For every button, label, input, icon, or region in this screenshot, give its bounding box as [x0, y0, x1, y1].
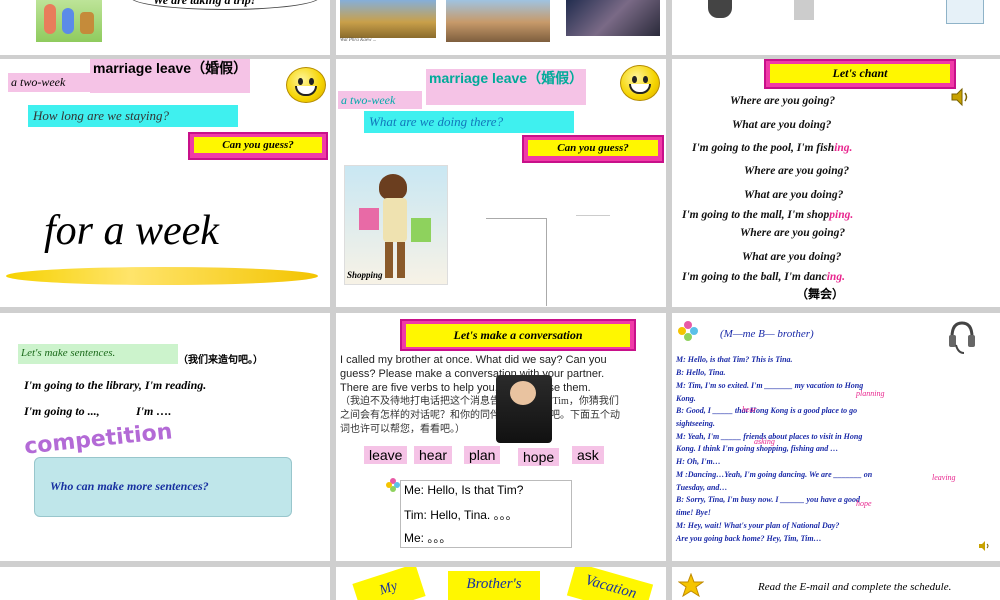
verb-ask: ask	[572, 446, 604, 464]
hint-hope: hope	[856, 499, 872, 508]
dialog-line: H: Oh, I'm…	[676, 457, 721, 466]
hint-leaving: leaving	[932, 473, 956, 482]
colosseum-photo	[446, 0, 550, 42]
star-icon	[677, 572, 705, 598]
verb-plan: plan	[464, 446, 501, 464]
instruction-text: Read the E-mail and complete the schedul…	[758, 581, 952, 593]
gray-object-image	[794, 0, 814, 20]
divider-line	[576, 215, 610, 216]
dialog-line: time! Bye!	[676, 508, 711, 517]
pattern-sentence-b: I'm ….	[136, 404, 172, 418]
dialog-line: M: Hey, wait! What's your plan of Nation…	[676, 521, 840, 530]
slide-4[interactable]: a two-week marriage leave（婚假） How long a…	[0, 59, 330, 307]
chant-line: Where are you going?	[744, 165, 850, 177]
dialog-line: Kong.	[676, 394, 696, 403]
topic-label: marriage leave（婚假）	[90, 59, 250, 93]
answer-label: a two-week	[8, 73, 90, 92]
sign-brothers: Brother's	[448, 571, 540, 600]
chant-line: Where are you going?	[730, 95, 836, 107]
speaker-icon[interactable]	[978, 539, 990, 551]
topic-label: marriage leave（婚假）	[426, 69, 586, 105]
dialog-line: B: Sorry, Tina, I'm busy now. I ______ y…	[676, 495, 861, 504]
slide-1[interactable]: We are taking a trip!	[0, 0, 330, 55]
sign-vacation: Vacation	[566, 567, 654, 600]
dialog-line: M: Tim, I'm so exited. I'm _______ my va…	[676, 381, 864, 390]
city-night-photo	[566, 0, 660, 36]
chant-line: I'm going to the pool, I'm fishing.	[692, 142, 853, 154]
chant-line: What are you doing?	[742, 251, 842, 263]
answer-text: for a week	[44, 208, 219, 254]
verb-hear: hear	[414, 446, 453, 464]
chant-line: What are you doing?	[744, 189, 844, 201]
hint-planning: planning	[856, 389, 885, 398]
slide-12[interactable]: Read the E-mail and complete the schedul…	[672, 567, 1000, 600]
slide-3[interactable]	[672, 0, 1000, 55]
slide-11[interactable]: My Brother's Vacation	[336, 567, 666, 600]
bubble-text: We are taking a trip!	[153, 0, 256, 7]
instruction-text: I called my brother at once. What did we…	[340, 354, 607, 394]
hint-hear: hear	[742, 405, 757, 414]
dialog-line: B: Hello, Tina.	[676, 368, 726, 377]
flower-icon	[386, 478, 400, 492]
slide-8[interactable]: Let's make a conversation I called my br…	[336, 313, 666, 561]
scroll-text: Who can make more sentences?	[50, 479, 209, 493]
smiley-icon	[620, 65, 660, 101]
sentences-title: Let's make sentences.	[18, 344, 178, 364]
phone-boy-photo	[496, 375, 552, 443]
shopping-girl-image: Shopping	[344, 165, 448, 285]
temple-photo	[340, 0, 436, 38]
slide-5[interactable]: a two-week marriage leave（婚假） What are w…	[336, 59, 666, 307]
chant-lines: Where are you going? What are you doing?…	[672, 59, 1000, 307]
dialog-line: B: Good, I _____ that Hong Kong is a goo…	[676, 406, 858, 415]
conversation-title: Let's make a conversation	[400, 319, 636, 351]
dialog-line: M :Dancing…Yeah, I'm going dancing. We a…	[676, 470, 873, 479]
slide-2[interactable]: Wat Phra Kaew ...	[336, 0, 666, 55]
chant-line: I'm going to the ball, I'm dancing.	[682, 271, 845, 283]
shopping-label: Shopping	[347, 270, 383, 280]
yellow-brush-stroke	[6, 267, 318, 285]
dialog-lines: M: Hello, is that Tim? This is Tina. B: …	[672, 313, 1000, 561]
chant-note: （舞会）	[796, 287, 845, 301]
dialog-line: Me: 。。。	[404, 531, 452, 545]
sign-my: My	[352, 567, 426, 600]
chant-line: What are you doing?	[732, 119, 832, 131]
slide-6[interactable]: Let's chant Where are you going? What ar…	[672, 59, 1000, 307]
verb-leave: leave	[364, 446, 408, 464]
slide-9[interactable]: (M—me B— brother) M: Hello, is that Tim?…	[672, 313, 1000, 561]
hint-asking: asking	[754, 437, 775, 446]
answer-label: a two-week	[338, 91, 422, 109]
chant-line: I'm going to the mall, I'm shopping.	[682, 209, 854, 221]
divider-line	[486, 218, 546, 219]
dialog-line: Me: Hello, Is that Tim?	[404, 483, 524, 497]
slide-10[interactable]	[0, 567, 330, 600]
smiley-icon	[286, 67, 326, 103]
sentences-title-cn: （我们来造句吧。）	[178, 355, 263, 366]
dialog-line: Tim: Hello, Tina. 。。。	[404, 508, 518, 522]
chant-line: Where are you going?	[740, 227, 846, 239]
competition-label: competition	[23, 419, 174, 460]
document-thumbnail	[946, 0, 984, 24]
dialog-line: M: Hello, is that Tim? This is Tina.	[676, 355, 793, 364]
dialog-line: Are you going back home? Hey, Tim, Tim…	[676, 534, 822, 543]
dialog-line: sightseeing.	[676, 419, 715, 428]
question-box: How long are we staying?	[28, 105, 238, 127]
instruction-text-cn: （我迫不及待地打电话把这个消息告诉了我哥哥 Tim，你猜我们之间会有怎样的对话呢…	[340, 396, 620, 435]
verb-hope: hope	[518, 448, 560, 466]
guess-button[interactable]: Can you guess?	[522, 135, 664, 163]
photo-caption: Wat Phra Kaew ...	[340, 38, 377, 43]
dialog-line: Tuesday, and…	[676, 483, 728, 492]
dark-object-image	[708, 0, 732, 18]
family-picnic-image	[36, 0, 102, 42]
divider-line	[546, 218, 547, 306]
pattern-sentence-a: I'm going to ...,	[24, 404, 100, 418]
guess-button[interactable]: Can you guess?	[188, 132, 328, 160]
slide-7[interactable]: Let's make sentences. （我们来造句吧。） I'm goin…	[0, 313, 330, 561]
question-box: What are we doing there?	[364, 111, 574, 133]
example-sentence: I'm going to the library, I'm reading.	[24, 378, 207, 392]
